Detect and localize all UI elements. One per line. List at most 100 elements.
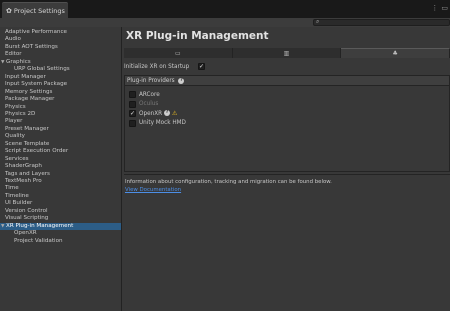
- sidebar-item-label: Graphics: [6, 58, 31, 65]
- sidebar-item[interactable]: Quality: [0, 133, 121, 140]
- settings-sidebar: Adaptive Performance Audio Burst AOT Setti…: [0, 27, 121, 311]
- sidebar-item[interactable]: Editor: [0, 51, 121, 58]
- section-divider: [124, 174, 450, 175]
- sidebar-item[interactable]: ▼ Graphics: [0, 59, 121, 66]
- project-settings-tab[interactable]: ✿ Project Settings: [2, 2, 68, 18]
- sidebar-item[interactable]: Physics: [0, 104, 121, 111]
- plugin-providers-header: Plug-in Providers ?: [125, 76, 449, 86]
- info-text: Information about configuration, trackin…: [125, 179, 332, 185]
- provider-checkbox[interactable]: [129, 91, 136, 98]
- initialize-xr-checkbox[interactable]: ✓: [198, 63, 205, 70]
- initialize-xr-row: Initialize XR on Startup ✓: [124, 62, 450, 72]
- provider-checkbox[interactable]: [129, 100, 136, 108]
- sidebar-item-label: ShaderGraph: [5, 163, 42, 170]
- sidebar-item-label: Services: [5, 155, 29, 162]
- sidebar-item[interactable]: Audio: [0, 36, 121, 43]
- provider-label: Unity Mock HMD: [139, 120, 186, 126]
- kebab-menu-icon[interactable]: ⋮: [431, 4, 438, 12]
- page-title: XR Plug-in Management: [126, 30, 269, 42]
- platform-tab[interactable]: ▥: [232, 48, 342, 58]
- provider-label: Oculus: [139, 101, 159, 107]
- provider-item: Oculus: [139, 100, 158, 108]
- platform-tabs: ▭ ▥ ♣: [124, 48, 450, 58]
- checkmark-icon: ✓: [130, 110, 136, 117]
- sidebar-item-label: XR Plug-in Management: [6, 222, 74, 229]
- sidebar-item-label: Scene Template: [5, 140, 50, 147]
- sidebar-item[interactable]: Input System Package: [0, 81, 121, 88]
- sidebar-item[interactable]: Script Execution Order: [0, 148, 121, 155]
- sidebar-item[interactable]: Scene Template: [0, 141, 121, 148]
- sidebar-item-label: Physics 2D: [5, 110, 36, 117]
- tab-title: Project Settings: [13, 6, 65, 15]
- server-icon: ▥: [283, 49, 290, 57]
- sidebar-item-label: Burst AOT Settings: [5, 43, 58, 50]
- provider-item: ARCore: [139, 91, 160, 99]
- sidebar-item-label: Input System Package: [5, 81, 68, 88]
- sidebar-item[interactable]: Project Validation: [0, 238, 121, 245]
- sidebar-item-label: Time: [5, 185, 19, 192]
- sidebar-item-label: Preset Manager: [5, 125, 49, 132]
- sidebar-item[interactable]: OpenXR: [0, 230, 121, 237]
- sidebar-item-label: Audio: [5, 36, 21, 43]
- provider-item: OpenXR? ⚠: [139, 110, 177, 118]
- sidebar-item[interactable]: Services: [0, 156, 121, 163]
- sidebar-item-label: Script Execution Order: [5, 148, 69, 155]
- sidebar-item[interactable]: URP Global Settings: [0, 66, 121, 73]
- sidebar-item-label: Adaptive Performance: [5, 29, 67, 35]
- sidebar-item[interactable]: Time: [0, 185, 121, 192]
- sidebar-item[interactable]: ▼ XR Plug-in Management: [0, 222, 121, 230]
- help-icon[interactable]: ?: [164, 110, 171, 116]
- sidebar-item[interactable]: Preset Manager: [0, 126, 121, 133]
- plugin-providers-panel: Plug-in Providers ? ARCore Oculus ✓ OpenXR?…: [124, 75, 450, 172]
- sidebar-item-label: TextMesh Pro: [5, 178, 42, 184]
- sidebar-item-label: Package Manager: [5, 96, 55, 103]
- provider-label: ARCore: [139, 91, 160, 98]
- sidebar-item[interactable]: Player: [0, 118, 121, 125]
- sidebar-item[interactable]: Timeline: [0, 193, 121, 200]
- sidebar-item[interactable]: Adaptive Performance: [0, 29, 121, 36]
- search-input[interactable]: ⌕: [313, 18, 450, 26]
- sidebar-item[interactable]: Package Manager: [0, 96, 121, 103]
- sidebar-item[interactable]: Visual Scripting: [0, 215, 121, 222]
- checkmark-icon: ✓: [199, 63, 205, 70]
- android-icon: ♣: [392, 50, 398, 57]
- sidebar-item-label: Physics: [5, 103, 26, 110]
- provider-item: Unity Mock HMD: [139, 119, 186, 127]
- maximize-icon[interactable]: ▭: [441, 4, 448, 12]
- view-documentation-link[interactable]: View Documentation: [125, 187, 181, 193]
- settings-main-panel: XR Plug-in Management ▭ ▥ ♣ Initialize XR …: [122, 27, 450, 311]
- provider-label: OpenXR: [139, 110, 163, 117]
- sidebar-item-label: Version Control: [5, 207, 48, 214]
- plugin-providers-label: Plug-in Providers: [127, 78, 175, 84]
- sidebar-item-label: URP Global Settings: [14, 66, 70, 73]
- initialize-xr-label: Initialize XR on Startup: [124, 64, 190, 70]
- sidebar-item-label: Player: [5, 118, 23, 125]
- help-icon[interactable]: ?: [178, 77, 185, 84]
- sidebar-item[interactable]: Memory Settings: [0, 89, 121, 96]
- sidebar-item[interactable]: Version Control: [0, 208, 121, 215]
- sidebar-item[interactable]: UI Builder: [0, 200, 121, 207]
- sidebar-item-label: Visual Scripting: [5, 215, 49, 222]
- sidebar-item[interactable]: ShaderGraph: [0, 163, 121, 170]
- platform-tab[interactable]: ♣: [341, 48, 450, 58]
- provider-checkbox[interactable]: [129, 119, 136, 127]
- sidebar-item-label: Editor: [5, 51, 22, 58]
- search-icon: ⌕: [316, 18, 320, 25]
- provider-checkbox[interactable]: ✓: [129, 110, 136, 117]
- sidebar-item-label: Tags and Layers: [5, 170, 50, 177]
- warning-icon[interactable]: ⚠: [172, 110, 177, 117]
- sidebar-item-label: Input Manager: [5, 73, 46, 80]
- window-titlebar: ✿ Project Settings ⋮ ▭: [0, 0, 450, 18]
- gear-icon: ✿: [6, 6, 12, 15]
- sidebar-item[interactable]: Burst AOT Settings: [0, 44, 121, 51]
- sidebar-item[interactable]: Tags and Layers: [0, 171, 121, 178]
- search-toolbar: ⌕: [0, 18, 450, 27]
- sidebar-item[interactable]: Input Manager: [0, 74, 121, 81]
- platform-tab[interactable]: ▭: [124, 48, 233, 58]
- desktop-monitor-icon: ▭: [175, 49, 181, 57]
- sidebar-item-label: Quality: [5, 133, 25, 140]
- sidebar-item[interactable]: Physics 2D: [0, 111, 121, 118]
- sidebar-item-label: UI Builder: [5, 200, 33, 207]
- sidebar-item[interactable]: TextMesh Pro: [0, 178, 121, 185]
- window-controls: ⋮ ▭: [431, 4, 448, 12]
